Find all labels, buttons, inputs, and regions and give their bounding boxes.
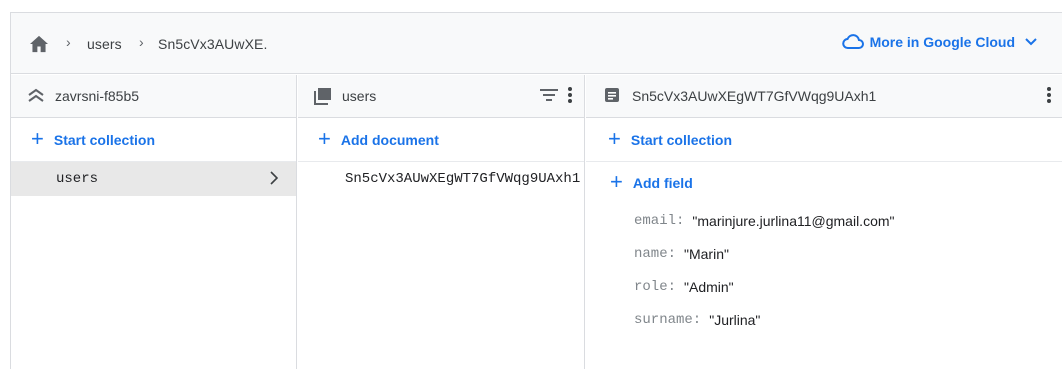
chevron-right-icon: [270, 171, 278, 185]
chevron-right-icon: ›: [139, 34, 144, 50]
field-value: "Admin": [684, 278, 734, 295]
more-in-google-cloud-button[interactable]: More in Google Cloud: [841, 34, 1043, 50]
breadcrumb: › users › Sn5cVx3AUwXE. More in Google C…: [11, 13, 1062, 74]
cloud-link-label: More in Google Cloud: [869, 34, 1015, 50]
breadcrumb-item-document[interactable]: Sn5cVx3AUwXE.: [158, 36, 267, 52]
plus-icon: +: [31, 125, 44, 151]
collection-actions: [540, 87, 572, 103]
document-item[interactable]: Sn5cVx3AUwXEgWT7GfVWqg9UAxh1: [298, 162, 584, 196]
start-collection-label: Start collection: [53, 131, 155, 148]
collection-header: users: [298, 75, 584, 118]
field-key: surname:: [634, 311, 702, 328]
chevron-right-icon: ›: [66, 34, 71, 50]
collection-title: users: [342, 88, 377, 104]
collection-item-label: users: [56, 171, 99, 187]
more-vert-icon[interactable]: [568, 87, 572, 103]
plus-icon: +: [610, 169, 623, 194]
collection-item-users[interactable]: users: [11, 162, 296, 196]
document-header: Sn5cVx3AUwXEgWT7GfVWqg9UAxh1: [586, 75, 1062, 118]
field-value: "Jurlina": [709, 311, 761, 328]
database-icon: [27, 87, 45, 105]
document-icon: [604, 87, 622, 105]
add-field-button[interactable]: + Add field: [586, 162, 1062, 204]
chevron-down-icon: [1025, 38, 1037, 46]
field-value: "marinjure.jurlina11@gmail.com": [692, 212, 895, 229]
cloud-icon: [841, 34, 864, 49]
collection-column: users + Add document Sn5cVx3AUwXEgWT7GfV…: [298, 75, 585, 369]
breadcrumb-item-users[interactable]: users: [87, 36, 122, 52]
document-actions: [1047, 87, 1051, 103]
field-role[interactable]: role: "Admin": [586, 270, 1062, 303]
document-column: Sn5cVx3AUwXEgWT7GfVWqg9UAxh1 + Start col…: [586, 75, 1062, 369]
more-vert-icon[interactable]: [1047, 87, 1051, 103]
add-document-label: Add document: [340, 131, 439, 148]
collection-icon: [314, 87, 332, 105]
filter-icon[interactable]: [540, 88, 558, 102]
firestore-panel: › users › Sn5cVx3AUwXE. More in Google C…: [10, 12, 1062, 369]
start-subcollection-button[interactable]: + Start collection: [586, 118, 1062, 162]
field-email[interactable]: email: "marinjure.jurlina11@gmail.com": [586, 204, 1062, 237]
document-title: Sn5cVx3AUwXEgWT7GfVWqg9UAxh1: [632, 88, 877, 104]
field-name[interactable]: name: "Marin": [586, 237, 1062, 270]
project-column: zavrsni-f85b5 + Start collection users: [11, 75, 297, 369]
start-collection-button[interactable]: + Start collection: [11, 118, 296, 162]
home-icon[interactable]: [29, 35, 49, 53]
plus-icon: +: [318, 125, 331, 151]
start-subcollection-label: Start collection: [630, 131, 732, 148]
field-key: email:: [634, 212, 685, 229]
add-document-button[interactable]: + Add document: [298, 118, 584, 162]
project-header: zavrsni-f85b5: [11, 75, 296, 118]
field-key: role:: [634, 278, 677, 295]
project-title: zavrsni-f85b5: [55, 88, 140, 104]
field-key: name:: [634, 245, 677, 262]
document-item-label: Sn5cVx3AUwXEgWT7GfVWqg9UAxh1: [345, 171, 581, 187]
plus-icon: +: [608, 125, 621, 151]
field-surname[interactable]: surname: "Jurlina": [586, 303, 1062, 336]
add-field-label: Add field: [632, 175, 693, 191]
field-value: "Marin": [684, 245, 729, 262]
